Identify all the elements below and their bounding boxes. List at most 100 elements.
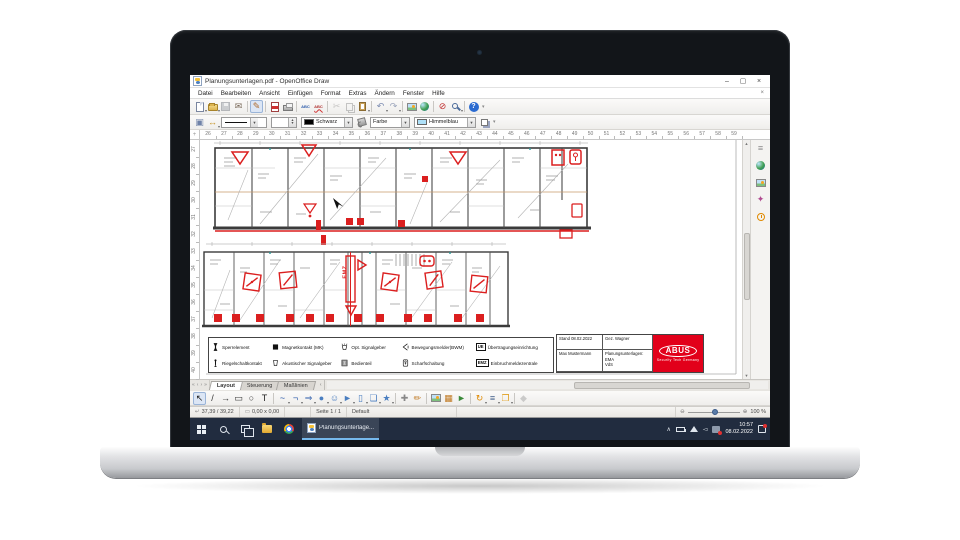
scroll-down-icon[interactable]: ▼ [745,372,749,379]
undo-button[interactable]: ↶▾ [374,100,387,113]
print-document-button[interactable] [281,100,294,113]
action-center-icon[interactable] [758,425,766,433]
lines-arrows-button[interactable]: ⇒▾ [302,392,315,405]
timer-panel-button[interactable] [754,210,768,223]
spellcheck-button[interactable]: ABC [299,100,312,113]
toolbar-overflow-icon[interactable]: ▾ [482,104,485,110]
prev-tab-icon[interactable]: ‹ [197,382,199,388]
sync-alert-icon[interactable] [712,426,720,433]
tab-malinien[interactable]: Maßlinien [276,381,316,390]
speaker-icon[interactable]: ◅ [703,426,708,433]
ellipse-button[interactable]: ○ [245,392,258,405]
first-tab-icon[interactable]: « [192,382,195,388]
battery-icon[interactable] [676,427,685,432]
minimize-button[interactable]: – [719,76,735,87]
close-button[interactable]: × [751,76,767,87]
open-document-button[interactable]: ▾ [206,100,219,113]
menu-ansicht[interactable]: Ansicht [255,90,284,97]
chrome-button[interactable] [278,418,300,440]
start-button[interactable] [190,418,212,440]
horizontal-ruler[interactable]: 2627282930313233343536373839404142434445… [200,130,742,139]
menu-bearbeiten[interactable]: Bearbeiten [217,90,255,97]
shadow-button[interactable] [478,116,491,129]
maximize-button[interactable]: ▢ [735,76,751,87]
gallery-panel-button[interactable] [754,176,768,189]
drawing-canvas[interactable]: EMZ Sperrelement Magnetkontakt (MK) [200,140,742,379]
zoom-value[interactable]: 100 % [750,409,766,415]
copy-button[interactable] [343,100,356,113]
document-as-email-button[interactable]: ✉ [232,100,245,113]
vertical-scrollbar[interactable]: ▲ ▼ [742,140,750,379]
zoom-slider-thumb[interactable] [712,409,718,415]
menu-fenster[interactable]: Fenster [399,90,428,97]
toolbar-options-button[interactable]: ≡ [754,142,768,155]
next-tab-icon[interactable]: › [200,382,202,388]
readonly-toggle-button[interactable]: ⊘ [436,100,449,113]
effects-panel-button[interactable]: ✦ [754,193,768,206]
callouts-button[interactable]: ❏▾ [367,392,380,405]
extrusion-button[interactable]: ◆ [517,392,530,405]
line-button[interactable]: / [206,392,219,405]
horizontal-scrollbar[interactable] [327,381,768,389]
file-explorer-button[interactable] [256,418,278,440]
rectangle-button[interactable]: ▭ [232,392,245,405]
edit-file-button[interactable]: ✎ [250,100,263,113]
scroll-left-icon[interactable]: ‹ [317,380,325,390]
cut-button[interactable]: ✂ [330,100,343,113]
arrow-line-button[interactable]: → [219,392,232,405]
menu-ndern[interactable]: Ändern [371,90,399,97]
rotate-button[interactable]: ↻▾ [473,392,486,405]
paste-button[interactable]: ▾ [356,100,369,113]
vertical-scroll-thumb[interactable] [744,233,750,301]
styles-button[interactable]: ▣ [193,116,206,129]
help-button[interactable]: ? [467,100,480,113]
arrange-button[interactable]: ❐▾ [499,392,512,405]
zoom-in-icon[interactable]: ⊕ [743,409,748,415]
area-style-button[interactable] [355,116,368,129]
menu-format[interactable]: Format [317,90,345,97]
line-width-stepper[interactable]: ▲▼ [271,117,297,128]
line-style-select[interactable]: ▼ [221,117,267,128]
tab-layout[interactable]: Layout [209,381,243,390]
web-preview-button[interactable] [754,159,768,172]
zoom-slider[interactable] [688,412,740,413]
insert-media-button[interactable]: ► [455,392,468,405]
flowchart-button[interactable]: ▯▾ [354,392,367,405]
task-view-button[interactable] [234,418,256,440]
show-hidden-icons-button[interactable]: ∧ [666,426,670,433]
symbol-shapes-button[interactable]: ☺▾ [328,392,341,405]
vertical-ruler[interactable]: 2728293031323334353637383940 [190,140,200,379]
template-indicator[interactable]: Default [347,407,457,417]
insert-picture-button[interactable] [429,392,442,405]
taskbar-app-button[interactable]: Planungsunterlage... [302,418,379,440]
new-document-button[interactable]: ▾ [193,100,206,113]
connector-button[interactable]: ¬▾ [289,392,302,405]
horizontal-scroll-thumb[interactable] [574,382,750,389]
zoom-button[interactable]: ▾ [449,100,462,113]
alignment-button[interactable]: ≡▾ [486,392,499,405]
menu-extras[interactable]: Extras [345,90,371,97]
insert-gallery-button[interactable]: ▦ [442,392,455,405]
wifi-icon[interactable] [690,426,698,432]
taskbar-search-button[interactable] [212,418,234,440]
last-tab-icon[interactable]: » [204,382,207,388]
basic-shapes-button[interactable]: ●▾ [315,392,328,405]
edit-points-button[interactable]: ✚ [398,392,411,405]
arrow-style-button[interactable]: ↔▾ [206,116,219,129]
text-button[interactable]: T [258,392,271,405]
zoom-out-icon[interactable]: ⊖ [680,409,685,415]
gallery-button[interactable] [405,100,418,113]
clock[interactable]: 10:57 08.02.2022 [725,422,753,436]
curve-button[interactable]: ~▾ [276,392,289,405]
redo-button[interactable]: ↷▾ [387,100,400,113]
export-pdf-button[interactable] [268,100,281,113]
fill-color-select[interactable]: Himmelblau ▼ [414,117,476,128]
autospellcheck-button[interactable]: ABC [312,100,325,113]
menu-datei[interactable]: Datei [194,90,217,97]
menu-hilfe[interactable]: Hilfe [428,90,449,97]
fill-type-select[interactable]: Farbe ▼ [370,117,410,128]
web-button[interactable] [418,100,431,113]
line-color-select[interactable]: Schwarz ▼ [301,117,353,128]
tab-steuerung[interactable]: Steuerung [239,381,281,390]
select-button[interactable]: ↖ [193,392,206,405]
